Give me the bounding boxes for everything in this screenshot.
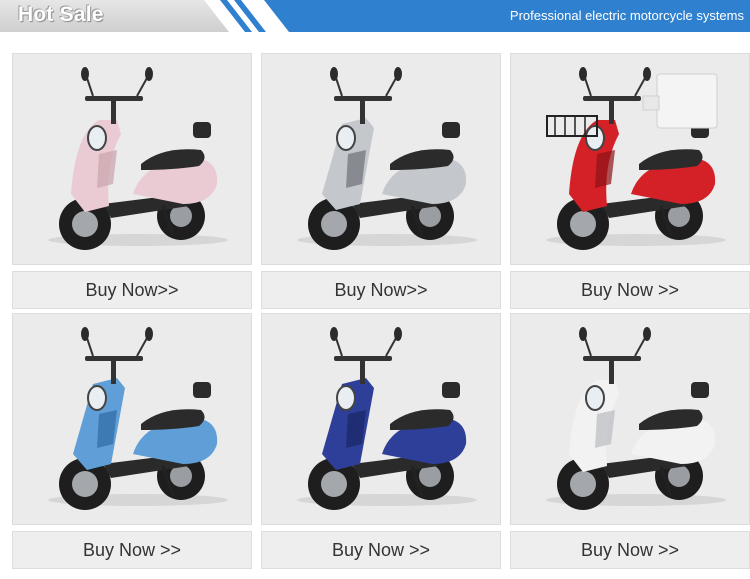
- handlebar: [334, 96, 392, 101]
- mirror-arm: [385, 337, 397, 357]
- scooter-illustration: [546, 67, 726, 250]
- product-image-2[interactable]: [261, 53, 501, 265]
- front-rim: [570, 211, 596, 237]
- backrest: [193, 382, 211, 398]
- backrest: [442, 122, 460, 138]
- mirror-icon: [145, 67, 153, 81]
- mirror-icon: [579, 67, 587, 81]
- mirror-arm: [385, 77, 397, 97]
- backrest: [193, 122, 211, 138]
- buy-now-button-1[interactable]: Buy Now>>: [12, 271, 252, 309]
- body-trim: [595, 150, 615, 188]
- headlight-icon: [336, 385, 356, 411]
- front-rim: [570, 471, 596, 497]
- headlight-icon: [585, 125, 605, 151]
- mirror-icon: [330, 67, 338, 81]
- mirror-arm: [584, 337, 592, 357]
- delivery-box-icon: [656, 73, 718, 129]
- scooter-illustration: [48, 67, 228, 250]
- scooter-illustration: [297, 67, 477, 250]
- handlebar: [583, 356, 641, 361]
- header-bar: Hot Sale Professional electric motorcycl…: [0, 0, 750, 32]
- mirror-icon: [145, 327, 153, 341]
- buy-now-button-3[interactable]: Buy Now >>: [510, 271, 750, 309]
- mirror-icon: [643, 67, 651, 81]
- handlebar: [583, 96, 641, 101]
- front-rim: [321, 471, 347, 497]
- mirror-arm: [584, 77, 592, 97]
- backrest: [442, 382, 460, 398]
- headlight-icon: [585, 385, 605, 411]
- header-tagline: Professional electric motorcycle systems: [509, 8, 744, 23]
- handlebar: [85, 96, 143, 101]
- mirror-icon: [394, 67, 402, 81]
- buy-now-button-2[interactable]: Buy Now>>: [261, 271, 501, 309]
- mirror-icon: [579, 327, 587, 341]
- scooter-illustration: [546, 327, 726, 510]
- front-rim: [72, 211, 98, 237]
- delivery-box-lid: [642, 95, 660, 111]
- scooter-illustration: [48, 327, 228, 510]
- mirror-arm: [634, 77, 646, 97]
- body-trim: [97, 150, 117, 188]
- front-rim: [321, 211, 347, 237]
- mirror-icon: [643, 327, 651, 341]
- mirror-arm: [335, 77, 343, 97]
- body-trim: [595, 410, 615, 448]
- buy-now-button-4[interactable]: Buy Now >>: [12, 531, 252, 569]
- mirror-arm: [634, 337, 646, 357]
- headlight-icon: [336, 125, 356, 151]
- mirror-icon: [330, 327, 338, 341]
- scooter-illustration: [297, 327, 477, 510]
- handlebar: [334, 356, 392, 361]
- headlight-icon: [87, 125, 107, 151]
- product-image-4[interactable]: [12, 313, 252, 525]
- mirror-icon: [81, 327, 89, 341]
- product-image-3[interactable]: [510, 53, 750, 265]
- mirror-arm: [136, 337, 148, 357]
- mirror-icon: [394, 327, 402, 341]
- headlight-icon: [87, 385, 107, 411]
- product-image-6[interactable]: [510, 313, 750, 525]
- mirror-arm: [136, 77, 148, 97]
- mirror-arm: [86, 77, 94, 97]
- product-image-5[interactable]: [261, 313, 501, 525]
- mirror-icon: [81, 67, 89, 81]
- handlebar: [85, 356, 143, 361]
- product-image-1[interactable]: [12, 53, 252, 265]
- backrest: [691, 382, 709, 398]
- buy-now-button-5[interactable]: Buy Now >>: [261, 531, 501, 569]
- mirror-arm: [335, 337, 343, 357]
- buy-now-button-6[interactable]: Buy Now >>: [510, 531, 750, 569]
- mirror-arm: [86, 337, 94, 357]
- front-rim: [72, 471, 98, 497]
- basket-grid: [554, 116, 586, 136]
- section-title: Hot Sale: [18, 3, 104, 26]
